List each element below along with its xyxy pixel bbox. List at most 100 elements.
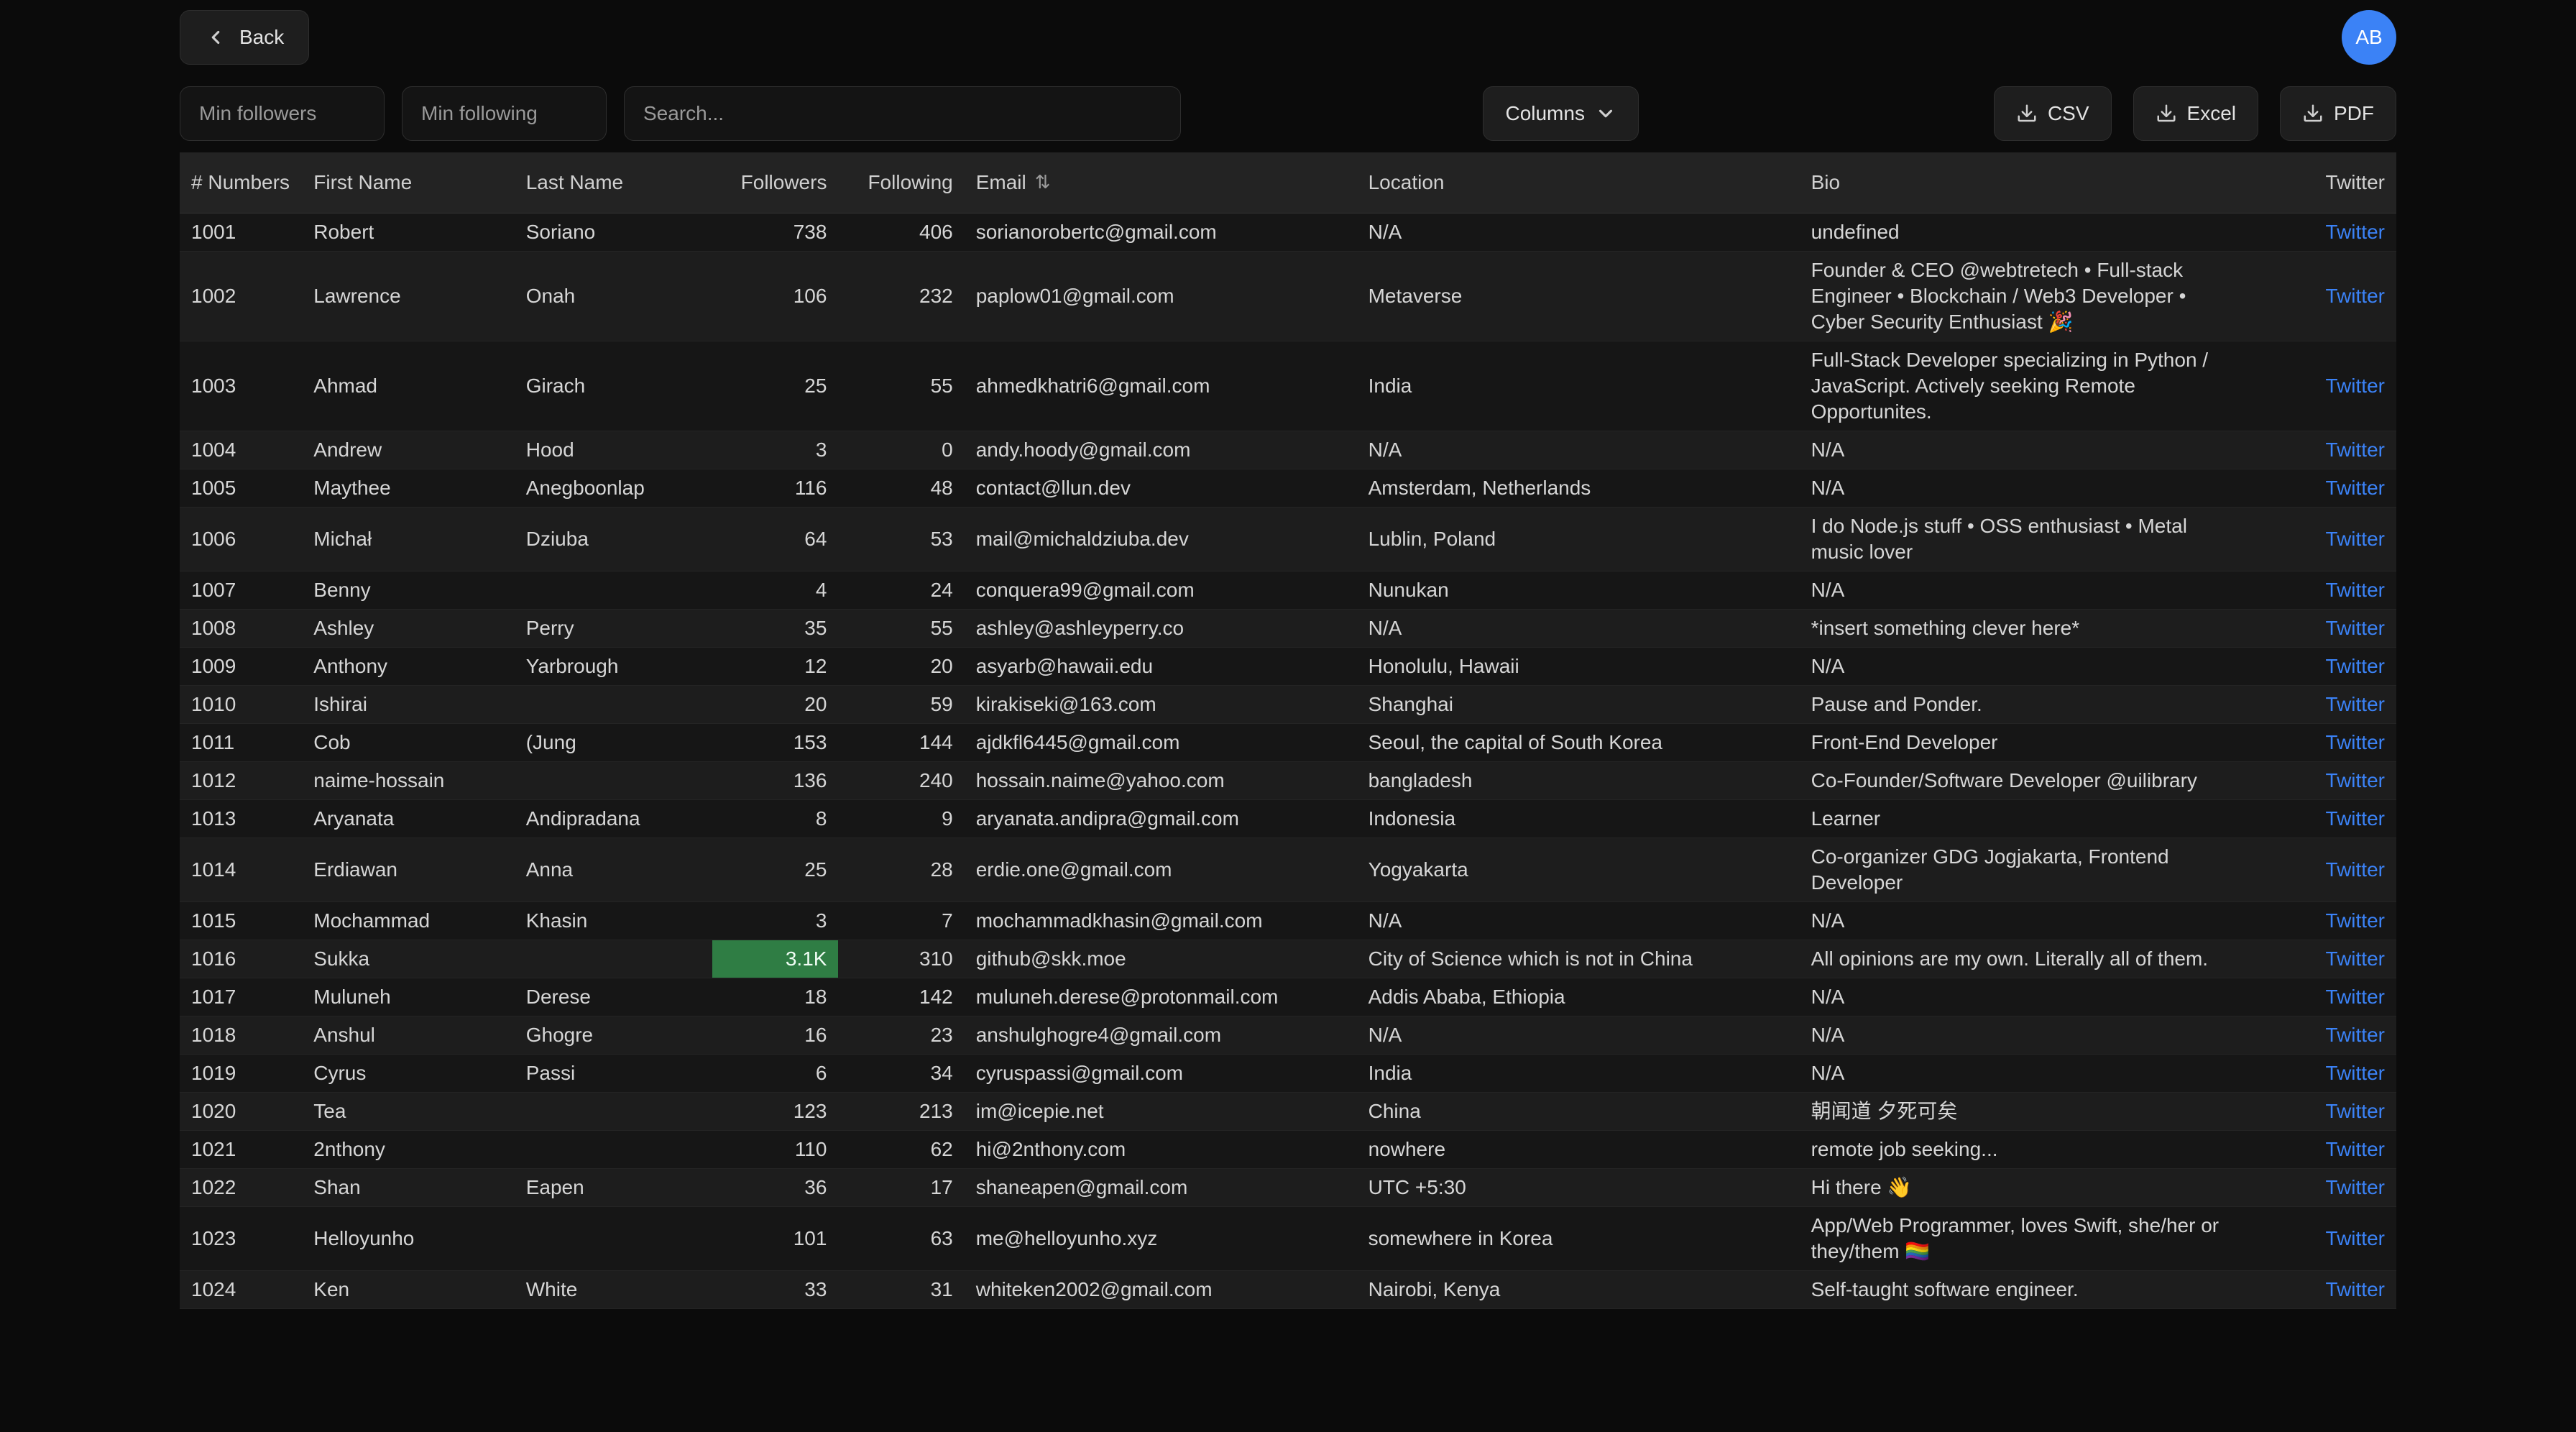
twitter-link[interactable]: Twitter	[2326, 285, 2385, 307]
cell-first: Cob	[302, 723, 514, 761]
twitter-link[interactable]: Twitter	[2326, 1176, 2385, 1198]
export-excel-button[interactable]: Excel	[2133, 86, 2258, 141]
cell-bio: undefined	[1800, 213, 2246, 251]
twitter-link[interactable]: Twitter	[2326, 1062, 2385, 1084]
cell-following: 144	[838, 723, 964, 761]
cell-followers: 36	[712, 1168, 838, 1206]
table-row: 1022ShanEapen3617shaneapen@gmail.comUTC …	[180, 1168, 2396, 1206]
twitter-link[interactable]: Twitter	[2326, 655, 2385, 677]
cell-location: UTC +5:30	[1357, 1168, 1800, 1206]
twitter-link[interactable]: Twitter	[2326, 1100, 2385, 1122]
twitter-link[interactable]: Twitter	[2326, 579, 2385, 601]
cell-followers: 18	[712, 978, 838, 1016]
twitter-link[interactable]: Twitter	[2326, 769, 2385, 791]
cell-number: 1006	[180, 507, 302, 571]
cell-twitter: Twitter	[2246, 571, 2396, 609]
cell-last: Derese	[515, 978, 712, 1016]
cell-following: 53	[838, 507, 964, 571]
avatar[interactable]: AB	[2342, 10, 2396, 65]
export-pdf-button[interactable]: PDF	[2280, 86, 2396, 141]
columns-dropdown-button[interactable]: Columns	[1483, 86, 1638, 141]
cell-first: Michał	[302, 507, 514, 571]
cell-location: N/A	[1357, 901, 1800, 940]
column-header-bio: Bio	[1800, 152, 2246, 213]
cell-following: 213	[838, 1092, 964, 1130]
cell-number: 1003	[180, 341, 302, 431]
column-header-last: Last Name	[515, 152, 712, 213]
twitter-link[interactable]: Twitter	[2326, 1227, 2385, 1249]
cell-last: Hood	[515, 431, 712, 469]
cell-last: Perry	[515, 609, 712, 647]
min-following-input[interactable]	[402, 86, 607, 141]
cell-first: Robert	[302, 213, 514, 251]
search-input[interactable]	[624, 86, 1181, 141]
cell-twitter: Twitter	[2246, 1168, 2396, 1206]
cell-bio: *insert something clever here*	[1800, 609, 2246, 647]
twitter-link[interactable]: Twitter	[2326, 858, 2385, 881]
twitter-link[interactable]: Twitter	[2326, 909, 2385, 932]
cell-following: 240	[838, 761, 964, 799]
cell-email: im@icepie.net	[965, 1092, 1357, 1130]
twitter-link[interactable]: Twitter	[2326, 1278, 2385, 1300]
twitter-link[interactable]: Twitter	[2326, 1138, 2385, 1160]
twitter-link[interactable]: Twitter	[2326, 439, 2385, 461]
twitter-link[interactable]: Twitter	[2326, 528, 2385, 550]
twitter-link[interactable]: Twitter	[2326, 617, 2385, 639]
cell-number: 1013	[180, 799, 302, 837]
twitter-link[interactable]: Twitter	[2326, 986, 2385, 1008]
cell-number: 1014	[180, 837, 302, 901]
cell-twitter: Twitter	[2246, 901, 2396, 940]
export-csv-label: CSV	[2048, 102, 2089, 125]
column-header-following: Following	[838, 152, 964, 213]
cell-email: anshulghogre4@gmail.com	[965, 1016, 1357, 1054]
column-label: Followers	[741, 171, 827, 194]
cell-followers: 3	[712, 431, 838, 469]
chevron-down-icon	[1595, 103, 1616, 124]
avatar-initials: AB	[2355, 26, 2382, 49]
cell-bio: Self-taught software engineer.	[1800, 1270, 2246, 1308]
cell-following: 142	[838, 978, 964, 1016]
column-header-first: First Name	[302, 152, 514, 213]
cell-bio: N/A	[1800, 1054, 2246, 1092]
cell-bio: N/A	[1800, 978, 2246, 1016]
cell-number: 1008	[180, 609, 302, 647]
twitter-link[interactable]: Twitter	[2326, 375, 2385, 397]
twitter-link[interactable]: Twitter	[2326, 1024, 2385, 1046]
download-icon	[2016, 103, 2038, 124]
twitter-link[interactable]: Twitter	[2326, 731, 2385, 753]
cell-bio: N/A	[1800, 469, 2246, 507]
twitter-link[interactable]: Twitter	[2326, 221, 2385, 243]
twitter-link[interactable]: Twitter	[2326, 947, 2385, 970]
table-row: 1019CyrusPassi634cyruspassi@gmail.comInd…	[180, 1054, 2396, 1092]
twitter-link[interactable]: Twitter	[2326, 807, 2385, 830]
column-header-email[interactable]: Email⇅	[965, 152, 1357, 213]
min-followers-input[interactable]	[180, 86, 385, 141]
cell-followers: 20	[712, 685, 838, 723]
table-row: 1005MaytheeAnegboonlap11648contact@llun.…	[180, 469, 2396, 507]
cell-following: 59	[838, 685, 964, 723]
twitter-link[interactable]: Twitter	[2326, 477, 2385, 499]
cell-followers: 738	[712, 213, 838, 251]
cell-followers: 116	[712, 469, 838, 507]
table-row: 1008AshleyPerry3555ashley@ashleyperry.co…	[180, 609, 2396, 647]
cell-location: N/A	[1357, 213, 1800, 251]
cell-first: Muluneh	[302, 978, 514, 1016]
twitter-link[interactable]: Twitter	[2326, 693, 2385, 715]
cell-following: 0	[838, 431, 964, 469]
cell-following: 55	[838, 609, 964, 647]
back-button[interactable]: Back	[180, 10, 309, 65]
cell-first: Aryanata	[302, 799, 514, 837]
cell-twitter: Twitter	[2246, 1016, 2396, 1054]
cell-bio: Front-End Developer	[1800, 723, 2246, 761]
table-row: 1010Ishirai2059kirakiseki@163.comShangha…	[180, 685, 2396, 723]
export-csv-button[interactable]: CSV	[1994, 86, 2112, 141]
cell-first: Shan	[302, 1168, 514, 1206]
cell-followers: 25	[712, 837, 838, 901]
cell-location: Metaverse	[1357, 251, 1800, 341]
table-row: 1001RobertSoriano738406sorianorobertc@gm…	[180, 213, 2396, 251]
cell-location: somewhere in Korea	[1357, 1206, 1800, 1270]
cell-first: Sukka	[302, 940, 514, 978]
cell-followers: 25	[712, 341, 838, 431]
column-label: Twitter	[2326, 171, 2385, 194]
sort-icon[interactable]: ⇅	[1035, 171, 1051, 193]
